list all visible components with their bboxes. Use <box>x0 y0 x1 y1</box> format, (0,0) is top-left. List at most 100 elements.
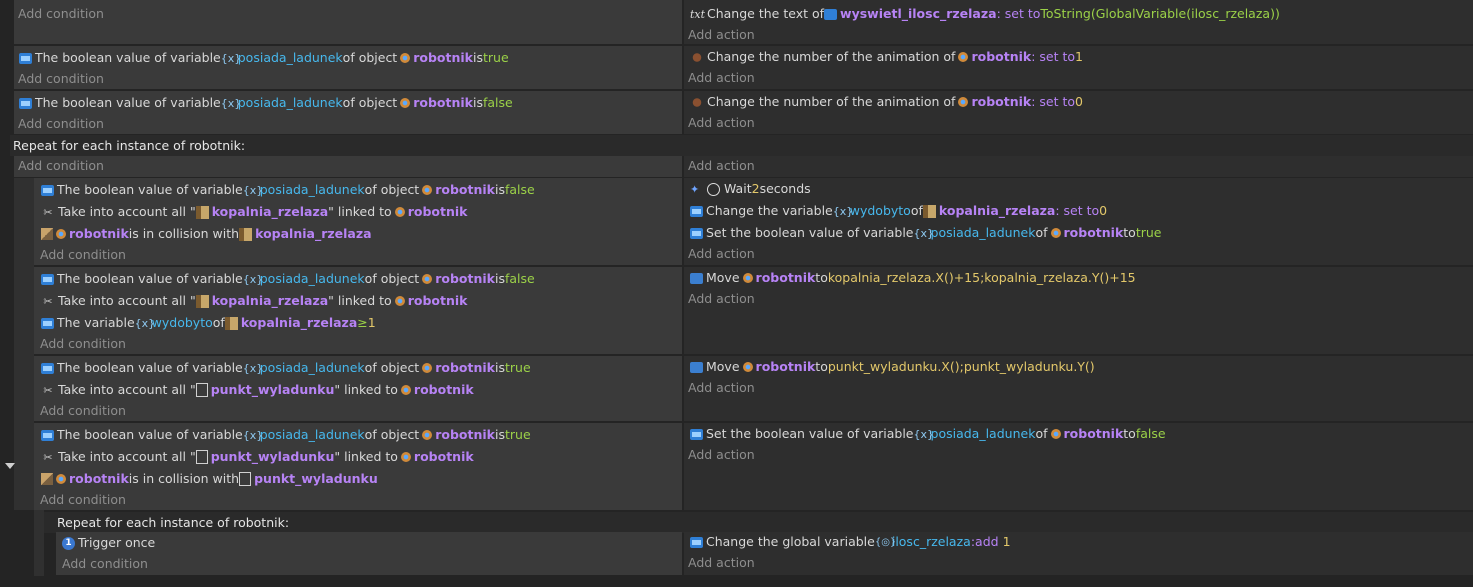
object-name[interactable]: robotnik <box>408 290 468 312</box>
action-line[interactable]: Move robotnik to punkt_wyladunku.X();pun… <box>690 356 1095 378</box>
event-row[interactable]: Add condition txt Change the text of wys… <box>0 0 1473 44</box>
add-condition-link[interactable]: Add condition <box>40 244 126 266</box>
variable-name[interactable]: ilosc_rzelaza <box>892 531 971 553</box>
object-name[interactable]: kopalnia_rzelaza <box>241 312 357 334</box>
add-action-link[interactable]: Add action <box>688 552 755 574</box>
condition-line[interactable]: The variable {x} wydobyto of kopalnia_rz… <box>41 312 376 334</box>
object-name[interactable]: robotnik <box>1064 222 1124 244</box>
subevent-row[interactable]: 1 Trigger once Add condition Change the … <box>0 532 1473 575</box>
variable-name[interactable]: posiada_ladunek <box>260 424 365 446</box>
repeat-event-header[interactable]: Repeat for each instance of robotnik: <box>44 512 1473 533</box>
object-name[interactable]: robotnik <box>413 47 473 69</box>
object-name[interactable]: kopalnia_rzelaza <box>212 290 328 312</box>
actions-panel[interactable]: Change the number of the animation of ro… <box>684 91 1473 134</box>
object-name[interactable]: punkt_wyladunku <box>211 379 335 401</box>
number-value[interactable]: 0 <box>1075 91 1083 113</box>
object-name[interactable]: robotnik <box>435 357 495 379</box>
variable-name[interactable]: posiada_ladunek <box>260 179 365 201</box>
add-condition-link[interactable]: Add condition <box>18 113 104 135</box>
conditions-panel[interactable]: Add condition <box>14 0 682 44</box>
action-line[interactable]: Change the number of the animation of ro… <box>690 46 1083 68</box>
object-name[interactable]: robotnik <box>1064 423 1124 445</box>
variable-name[interactable]: posiada_ladunek <box>238 92 343 114</box>
subevent-row[interactable]: The boolean value of variable {x} posiad… <box>0 267 1473 354</box>
repeat-event-header[interactable]: Repeat for each instance of robotnik: <box>10 135 1473 156</box>
condition-line[interactable]: The boolean value of variable {x} posiad… <box>41 179 535 201</box>
condition-line[interactable]: ✂ Take into account all " kopalnia_rzela… <box>41 290 467 312</box>
collapse-arrow-icon[interactable] <box>5 463 15 469</box>
object-name[interactable]: kopalnia_rzelaza <box>939 200 1055 222</box>
object-name[interactable]: robotnik <box>414 446 474 468</box>
boolean-value[interactable]: true <box>483 47 509 69</box>
conditions-panel[interactable]: The boolean value of variable {x} posiad… <box>14 91 682 134</box>
condition-line[interactable]: robotnik is in collision with punkt_wyla… <box>41 468 378 490</box>
condition-line[interactable]: The boolean value of variable {x} posiad… <box>41 357 531 379</box>
conditions-panel[interactable]: The boolean value of variable {x} posiad… <box>34 423 682 510</box>
condition-line[interactable]: The boolean value of variable {x} posiad… <box>41 268 535 290</box>
object-name[interactable]: robotnik <box>69 223 129 245</box>
subevent-row[interactable]: The boolean value of variable {x} posiad… <box>0 178 1473 265</box>
object-name[interactable]: punkt_wyladunku <box>254 468 378 490</box>
event-row[interactable]: The boolean value of variable {x} posiad… <box>0 46 1473 89</box>
add-action-link[interactable]: Add action <box>688 24 755 46</box>
number-value[interactable]: 0 <box>1099 200 1107 222</box>
condition-line[interactable]: ✂ Take into account all " kopalnia_rzela… <box>41 201 467 223</box>
action-line[interactable]: Change the variable {x} wydobyto of kopa… <box>690 200 1107 222</box>
add-action-link[interactable]: Add action <box>688 243 755 265</box>
object-name[interactable]: robotnik <box>756 356 816 378</box>
object-name[interactable]: wyswietl_ilosc_rzelaza <box>840 3 997 25</box>
add-condition-link[interactable]: Add condition <box>40 400 126 422</box>
action-line[interactable]: Change the global variable {◎} ilosc_rze… <box>690 531 1011 553</box>
variable-name[interactable]: posiada_ladunek <box>931 222 1036 244</box>
object-name[interactable]: robotnik <box>408 201 468 223</box>
conditions-panel[interactable]: 1 Trigger once Add condition <box>56 532 682 575</box>
add-action-link[interactable]: Add action <box>688 112 755 134</box>
action-line[interactable]: ✦ Wait 2 seconds <box>690 178 811 200</box>
add-condition-link[interactable]: Add condition <box>18 3 104 25</box>
event-row[interactable]: The boolean value of variable {x} posiad… <box>0 91 1473 134</box>
expression-value[interactable]: kopalnia_rzelaza.X()+15;kopalnia_rzelaza… <box>828 267 1136 289</box>
object-name[interactable]: punkt_wyladunku <box>211 446 335 468</box>
object-name[interactable]: robotnik <box>756 267 816 289</box>
boolean-value[interactable]: true <box>505 357 531 379</box>
condition-line[interactable]: ✂ Take into account all " punkt_wyladunk… <box>41 446 474 468</box>
actions-panel[interactable]: Change the global variable {◎} ilosc_rze… <box>684 532 1473 575</box>
action-line[interactable]: txt Change the text of wyswietl_ilosc_rz… <box>690 3 1280 25</box>
condition-line[interactable]: The boolean value of variable {x} posiad… <box>41 424 531 446</box>
object-name[interactable]: robotnik <box>971 46 1031 68</box>
boolean-value[interactable]: false <box>483 92 513 114</box>
condition-line[interactable]: robotnik is in collision with kopalnia_r… <box>41 223 372 245</box>
actions-panel[interactable]: ✦ Wait 2 seconds Change the variable {x}… <box>684 178 1473 265</box>
object-name[interactable]: robotnik <box>414 379 474 401</box>
add-condition-link[interactable]: Add condition <box>18 155 104 177</box>
action-line[interactable]: Change the number of the animation of ro… <box>690 91 1083 113</box>
add-action-link[interactable]: Add action <box>688 67 755 89</box>
add-action-link[interactable]: Add action <box>688 444 755 466</box>
boolean-value[interactable]: false <box>505 268 535 290</box>
add-action-link[interactable]: Add action <box>688 155 755 177</box>
add-action-link[interactable]: Add action <box>688 377 755 399</box>
add-condition-link[interactable]: Add condition <box>40 489 126 511</box>
subevent-row[interactable]: The boolean value of variable {x} posiad… <box>0 423 1473 510</box>
condition-line[interactable]: The boolean value of variable {x} posiad… <box>19 47 509 69</box>
actions-panel[interactable]: Move robotnik to punkt_wyladunku.X();pun… <box>684 356 1473 421</box>
object-name[interactable]: robotnik <box>69 468 129 490</box>
add-condition-link[interactable]: Add condition <box>18 68 104 90</box>
actions-panel[interactable]: Add action <box>684 156 1473 177</box>
number-value[interactable]: 1 <box>368 312 376 334</box>
variable-name[interactable]: posiada_ladunek <box>238 47 343 69</box>
conditions-panel[interactable]: The boolean value of variable {x} posiad… <box>34 267 682 354</box>
event-row[interactable]: Add condition Add action <box>0 156 1473 177</box>
add-action-link[interactable]: Add action <box>688 288 755 310</box>
actions-panel[interactable]: Move robotnik to kopalnia_rzelaza.X()+15… <box>684 267 1473 354</box>
number-value[interactable]: 1 <box>1075 46 1083 68</box>
conditions-panel[interactable]: The boolean value of variable {x} posiad… <box>34 178 682 265</box>
conditions-panel[interactable]: Add condition <box>14 156 682 177</box>
variable-name[interactable]: posiada_ladunek <box>260 357 365 379</box>
object-name[interactable]: robotnik <box>435 179 495 201</box>
object-name[interactable]: kopalnia_rzelaza <box>212 201 328 223</box>
condition-line[interactable]: 1 Trigger once <box>62 532 155 554</box>
object-name[interactable]: robotnik <box>413 92 473 114</box>
number-value[interactable]: 1 <box>1003 531 1011 553</box>
action-line[interactable]: Set the boolean value of variable {x} po… <box>690 423 1166 445</box>
